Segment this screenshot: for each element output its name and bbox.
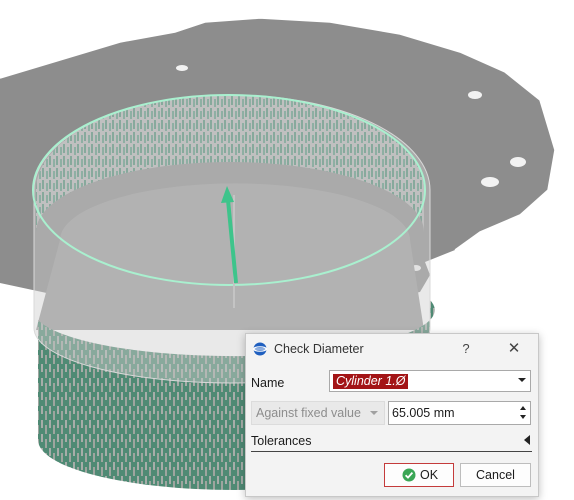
cancel-button[interactable]: Cancel [460,463,531,487]
check-circle-icon [402,468,416,482]
name-value: Cylinder 1.Ø [333,374,409,389]
check-diameter-dialog: Check Diameter ? ✕ Name Cylinder 1.Ø Aga… [245,333,539,497]
flange-hole [510,157,526,167]
flange-hole [468,91,482,99]
help-button[interactable]: ? [454,339,478,359]
dialog-titlebar[interactable]: Check Diameter ? ✕ [246,334,538,364]
ok-label: OK [420,468,439,482]
name-combobox[interactable]: Cylinder 1.Ø [329,370,531,392]
divider [251,451,532,452]
flange-hole [176,65,188,71]
close-button[interactable]: ✕ [502,339,526,359]
diameter-value-spinbox[interactable]: 65.005 mm [388,401,531,425]
spin-up-icon[interactable] [520,406,526,410]
chevron-down-icon[interactable] [518,378,526,382]
tolerances-section-toggle[interactable]: Tolerances [251,431,532,451]
chevron-down-icon [370,411,378,415]
flange-hole [481,177,499,187]
name-label: Name [251,376,285,390]
measure-mode-value: Against fixed value [256,406,361,420]
ok-button[interactable]: OK [384,463,454,487]
spin-down-icon[interactable] [520,415,526,419]
globe-icon [253,342,267,356]
measure-mode-select: Against fixed value [251,401,385,425]
diameter-value: 65.005 mm [392,406,455,420]
tolerances-label: Tolerances [251,434,312,448]
dialog-title: Check Diameter [274,342,364,356]
collapse-left-icon [524,435,530,445]
